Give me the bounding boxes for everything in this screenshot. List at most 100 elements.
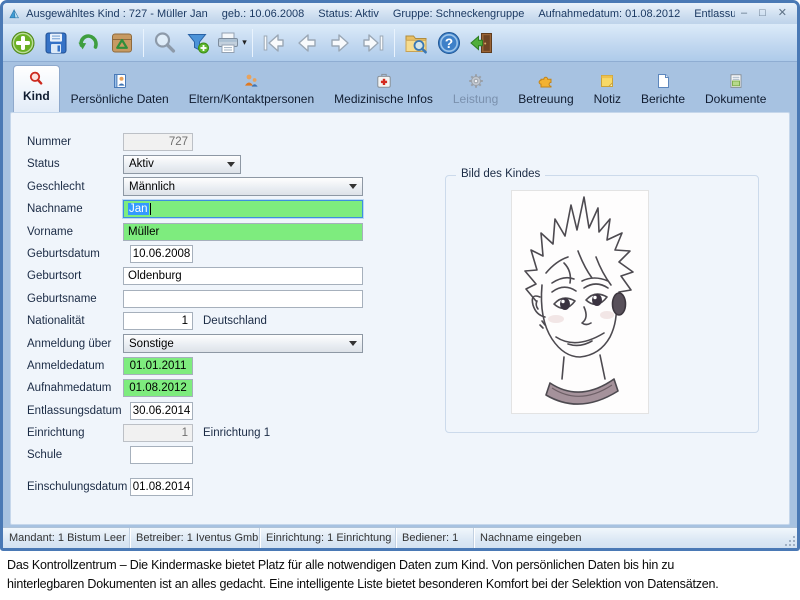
form-row-entlassungsdatum: Entlassungsdatum 30.06.2014 — [27, 402, 427, 420]
status-dropdown[interactable]: Aktiv — [123, 155, 241, 174]
tab-kind[interactable]: Kind — [13, 65, 60, 112]
tab-berichte[interactable]: Berichte — [632, 69, 694, 112]
next-record-button[interactable] — [324, 27, 356, 59]
tab-eltern-kontaktpersonen[interactable]: Eltern/Kontaktpersonen — [180, 69, 323, 112]
title-segment: Entlassungsdatum: 30.06.2014 — [694, 8, 735, 20]
previous-record-button[interactable] — [291, 27, 323, 59]
help-button[interactable]: ? — [433, 27, 465, 59]
form-row-anmeldung-ueber: Anmeldung überSonstige — [27, 335, 427, 353]
tab-strip: Kind Persönliche Daten Eltern/Kontaktperso… — [13, 70, 775, 112]
form-row-geburtsort: GeburtsortOldenburg — [27, 267, 427, 285]
parents-icon — [243, 73, 259, 89]
nummer-field[interactable]: 727 — [123, 133, 193, 151]
tab-label: Kind — [23, 89, 50, 103]
print-dropdown-caret[interactable]: ▾ — [242, 37, 247, 48]
tab-label: Medizinische Infos — [334, 92, 433, 106]
status-label: Status — [27, 158, 123, 170]
chevron-down-icon — [349, 341, 357, 346]
einrichtung-field[interactable]: 1 — [123, 424, 193, 442]
geburtsdatum-field[interactable]: 10.06.2008 — [130, 245, 193, 263]
recycle-icon — [109, 30, 135, 56]
arrow-last-icon — [360, 30, 386, 56]
folder-search-icon — [403, 30, 429, 56]
svg-text:?: ? — [445, 35, 453, 50]
undo-button[interactable] — [73, 27, 105, 59]
form-row-status: Status Aktiv — [27, 155, 427, 173]
statusbar-item: Nachname eingeben — [474, 528, 797, 548]
geburtsort-field[interactable]: Oldenburg — [123, 267, 363, 285]
form-row-einrichtung: Einrichtung1Einrichtung 1 — [27, 424, 427, 442]
geburtsname-field[interactable] — [123, 290, 363, 308]
einrichtung-suffix-label: Einrichtung 1 — [203, 427, 270, 439]
search-button[interactable] — [149, 27, 181, 59]
window-controls: – □ ✕ — [741, 8, 791, 19]
schule-field[interactable] — [130, 446, 193, 464]
einschulungsdatum-field[interactable]: 01.08.2014 — [130, 478, 193, 496]
child-photo[interactable] — [512, 191, 648, 413]
chevron-down-icon — [227, 162, 235, 167]
main-area: Kind Persönliche Daten Eltern/Kontaktperso… — [3, 62, 797, 527]
form-row-geburtsdatum: Geburtsdatum10.06.2008 — [27, 245, 427, 263]
vorname-label: Vorname — [27, 226, 123, 238]
anmeldedatum-label: Anmeldedatum — [27, 360, 123, 372]
form-row-geburtsname: Geburtsname — [27, 290, 427, 308]
anmeldung-ueber-dropdown[interactable]: Sonstige — [123, 334, 363, 353]
tab-page-kind: Nummer727StatusAktivGeschlechtMännlichNa… — [10, 112, 790, 525]
save-button[interactable] — [40, 27, 72, 59]
find-records-button[interactable] — [400, 27, 432, 59]
tab-label: Notiz — [594, 92, 621, 106]
schule-label: Schule — [27, 449, 123, 461]
statusbar-item: Betreiber: 1 Iventus GmbH — [130, 528, 260, 548]
note-icon — [599, 73, 615, 89]
tab-dokumente[interactable]: Dokumente — [696, 69, 775, 112]
tab-label: Eltern/Kontaktpersonen — [189, 92, 314, 106]
tab-medizinische-infos[interactable]: Medizinische Infos — [325, 69, 442, 112]
tab-label: Leistung — [453, 92, 498, 106]
first-record-button[interactable] — [258, 27, 290, 59]
nachname-selected-text: Jan — [128, 203, 149, 215]
tab-persönliche-daten[interactable]: Persönliche Daten — [62, 69, 178, 112]
first-aid-icon — [376, 73, 392, 89]
nationalitaet-field[interactable]: 1 — [123, 312, 193, 330]
title-segment: Aufnahmedatum: 01.08.2012 — [538, 8, 680, 20]
maximize-button[interactable]: □ — [759, 8, 766, 19]
title-segment: geb.: 10.06.2008 — [222, 8, 305, 20]
entlassungsdatum-field[interactable]: 30.06.2014 — [130, 402, 193, 420]
print-button[interactable]: ▾ — [215, 27, 247, 59]
screenshot: Ausgewähltes Kind : 727 - Müller Jan geb.… — [0, 0, 800, 600]
exit-button[interactable] — [466, 27, 498, 59]
documents-icon — [728, 73, 744, 89]
resize-grip[interactable] — [785, 536, 795, 546]
last-record-button[interactable] — [357, 27, 389, 59]
close-button[interactable]: ✕ — [778, 8, 787, 19]
anmeldedatum-field[interactable]: 01.01.2011 — [123, 357, 193, 375]
minimize-button[interactable]: – — [741, 8, 747, 19]
printer-icon — [215, 30, 241, 56]
vorname-field[interactable]: Müller — [123, 223, 363, 241]
tab-betreuung[interactable]: Betreuung — [509, 69, 582, 112]
chevron-down-icon — [349, 184, 357, 189]
einschulungsdatum-label: Einschulungsdatum — [27, 481, 123, 493]
geschlecht-dropdown[interactable]: Männlich — [123, 177, 363, 196]
statusbar-item: Einrichtung: 1 Einrichtung 1 — [260, 528, 396, 548]
form-row-nachname: NachnameJan — [27, 200, 427, 218]
new-button[interactable] — [7, 27, 39, 59]
status-bar: Mandant: 1 Bistum LeerBetreiber: 1 Ivent… — [3, 527, 797, 548]
puzzle-icon — [538, 73, 554, 89]
nachname-field[interactable]: Jan — [123, 200, 363, 218]
aufnahmedatum-field[interactable]: 01.08.2012 — [123, 379, 193, 397]
entlassungsdatum-label: Entlassungsdatum — [27, 405, 123, 417]
gear-icon — [468, 73, 484, 89]
child-form: Nummer727StatusAktivGeschlechtMännlichNa… — [27, 133, 427, 501]
title-bar: Ausgewähltes Kind : 727 - Müller Jan geb.… — [3, 3, 797, 24]
arrow-next-icon — [327, 30, 353, 56]
delete-button[interactable] — [106, 27, 138, 59]
tab-leistung[interactable]: Leistung — [444, 69, 507, 112]
title-segment: Ausgewähltes Kind : 727 - Müller Jan — [26, 8, 208, 20]
nationalitaet-label: Nationalität — [27, 315, 123, 327]
person-card-icon — [112, 73, 128, 89]
filter-button[interactable] — [182, 27, 214, 59]
tab-notiz[interactable]: Notiz — [585, 69, 630, 112]
status-value: Aktiv — [129, 158, 154, 170]
statusbar-item: Bediener: 1 — [396, 528, 474, 548]
